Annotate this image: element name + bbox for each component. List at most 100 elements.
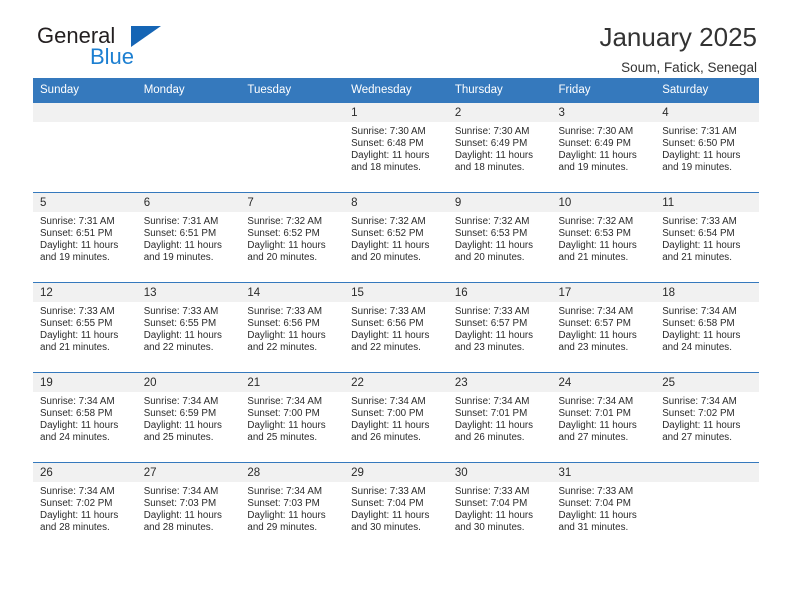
calendar-day-cell[interactable]: 27 Sunrise: 7:34 AM Sunset: 7:03 PM Dayligh… <box>136 462 241 552</box>
daylight-text: and 26 minutes. <box>454 432 525 444</box>
daylight-text: Daylight: 11 hours <box>454 420 534 432</box>
calendar-day-cell[interactable]: 22 Sunrise: 7:34 AM Sunset: 7:00 PM Dayligh… <box>344 372 448 463</box>
calendar-day-cell[interactable]: 3 Sunrise: 7:30 AM Sunset: 6:49 PM Daylight… <box>551 102 656 193</box>
calendar-week-row: 5 Sunrise: 7:31 AM Sunset: 6:51 PM Daylight… <box>33 192 759 283</box>
day-number: 5 <box>33 193 137 212</box>
day-number: 29 <box>344 463 448 482</box>
calendar-day-cell[interactable]: 1 Sunrise: 7:30 AM Sunset: 6:48 PM Daylight… <box>344 102 448 193</box>
sunset-text: Sunset: 6:49 PM <box>454 138 528 150</box>
sunset-text: Sunset: 6:51 PM <box>40 228 113 240</box>
general-blue-logo[interactable]: General Blue <box>33 22 206 72</box>
sunset-text: Sunset: 7:01 PM <box>558 408 631 420</box>
daylight-text: Daylight: 11 hours <box>247 240 326 252</box>
sunset-text: Sunset: 7:02 PM <box>40 498 113 510</box>
day-details: Sunrise: 7:33 AM Sunset: 7:04 PM Daylight:… <box>448 482 552 534</box>
sunset-text: Sunset: 6:52 PM <box>247 228 320 240</box>
sunrise-text: Sunrise: 7:33 AM <box>558 486 634 497</box>
calendar-day-cell[interactable]: 4 Sunrise: 7:31 AM Sunset: 6:50 PM Daylight… <box>655 102 759 193</box>
sunset-text: Sunset: 6:55 PM <box>143 318 217 330</box>
sunrise-text: Sunrise: 7:33 AM <box>351 486 426 497</box>
logo-text-blue: Blue <box>90 44 135 69</box>
calendar-day-cell[interactable]: 16 Sunrise: 7:33 AM Sunset: 6:57 PM Dayligh… <box>447 282 552 373</box>
daylight-text: and 30 minutes. <box>454 522 525 534</box>
calendar-day-cell[interactable]: 15 Sunrise: 7:33 AM Sunset: 6:56 PM Dayligh… <box>344 282 448 373</box>
day-number: 6 <box>136 193 241 212</box>
daylight-text: and 27 minutes. <box>558 432 629 444</box>
daylight-text: Daylight: 11 hours <box>558 420 637 432</box>
sunset-text: Sunset: 6:50 PM <box>662 138 735 150</box>
day-number: 1 <box>344 103 448 122</box>
day-number: 13 <box>136 283 241 302</box>
sunrise-text: Sunrise: 7:30 AM <box>558 126 634 137</box>
calendar-table: Sunday Monday Tuesday Wednesday Thursday… <box>33 78 759 552</box>
sunset-text: Sunset: 6:56 PM <box>351 318 424 330</box>
calendar-day-cell[interactable]: 13 Sunrise: 7:33 AM Sunset: 6:55 PM Dayligh… <box>136 282 241 373</box>
sunrise-text: Sunrise: 7:34 AM <box>662 306 737 317</box>
weekday-header-thursday: Thursday <box>447 78 552 103</box>
day-number: 28 <box>240 463 345 482</box>
daylight-text: Daylight: 11 hours <box>40 510 119 522</box>
calendar-day-cell[interactable]: 31 Sunrise: 7:33 AM Sunset: 7:04 PM Dayligh… <box>551 462 656 552</box>
calendar-day-cell[interactable]: 6 Sunrise: 7:31 AM Sunset: 6:51 PM Daylight… <box>136 192 241 283</box>
daylight-text: Daylight: 11 hours <box>558 240 637 252</box>
calendar-day-cell[interactable]: 17 Sunrise: 7:34 AM Sunset: 6:57 PM Dayligh… <box>551 282 656 373</box>
sunrise-text: Sunrise: 7:31 AM <box>40 216 115 227</box>
daylight-text: and 19 minutes. <box>662 162 732 174</box>
calendar-day-cell[interactable]: 11 Sunrise: 7:33 AM Sunset: 6:54 PM Dayligh… <box>655 192 759 283</box>
sunset-text: Sunset: 7:04 PM <box>558 498 631 510</box>
sunset-text: Sunset: 6:57 PM <box>558 318 631 330</box>
calendar-day-cell[interactable]: 26 Sunrise: 7:34 AM Sunset: 7:02 PM Dayligh… <box>33 462 137 552</box>
calendar-day-cell[interactable]: 9 Sunrise: 7:32 AM Sunset: 6:53 PM Daylight… <box>447 192 552 283</box>
day-details: Sunrise: 7:32 AM Sunset: 6:52 PM Daylight:… <box>344 212 448 264</box>
logo-triangle-icon <box>131 26 161 47</box>
calendar-day-cell[interactable]: 21 Sunrise: 7:34 AM Sunset: 7:00 PM Dayligh… <box>240 372 345 463</box>
calendar-day-cell[interactable]: 20 Sunrise: 7:34 AM Sunset: 6:59 PM Dayligh… <box>136 372 241 463</box>
calendar-day-cell[interactable]: 7 Sunrise: 7:32 AM Sunset: 6:52 PM Daylight… <box>240 192 345 283</box>
day-number: 14 <box>240 283 345 302</box>
calendar-day-cell[interactable]: 5 Sunrise: 7:31 AM Sunset: 6:51 PM Daylight… <box>33 192 137 283</box>
day-details: Sunrise: 7:30 AM Sunset: 6:49 PM Daylight:… <box>448 122 552 174</box>
weekday-header-saturday: Saturday <box>655 78 759 103</box>
sunrise-text: Sunrise: 7:31 AM <box>662 126 737 137</box>
day-details: Sunrise: 7:31 AM Sunset: 6:50 PM Daylight:… <box>655 122 759 174</box>
day-details: Sunrise: 7:31 AM Sunset: 6:51 PM Daylight:… <box>33 212 137 264</box>
sunrise-text: Sunrise: 7:34 AM <box>143 396 219 407</box>
calendar-day-cell[interactable]: 14 Sunrise: 7:33 AM Sunset: 6:56 PM Dayligh… <box>240 282 345 373</box>
day-number: 22 <box>344 373 448 392</box>
calendar-day-cell[interactable]: 10 Sunrise: 7:32 AM Sunset: 6:53 PM Dayligh… <box>551 192 656 283</box>
day-number: 15 <box>344 283 448 302</box>
daylight-text: Daylight: 11 hours <box>662 330 741 342</box>
calendar-day-cell[interactable]: 19 Sunrise: 7:34 AM Sunset: 6:58 PM Dayligh… <box>33 372 137 463</box>
sunset-text: Sunset: 6:58 PM <box>662 318 735 330</box>
daylight-text: and 22 minutes. <box>143 342 214 354</box>
weekday-header-sunday: Sunday <box>33 78 137 103</box>
daylight-text: Daylight: 11 hours <box>662 240 741 252</box>
calendar-day-cell[interactable]: 24 Sunrise: 7:34 AM Sunset: 7:01 PM Dayligh… <box>551 372 656 463</box>
calendar-day-cell[interactable]: 23 Sunrise: 7:34 AM Sunset: 7:01 PM Dayligh… <box>447 372 552 463</box>
calendar-day-cell[interactable]: 2 Sunrise: 7:30 AM Sunset: 6:49 PM Daylight… <box>447 102 552 193</box>
day-details: Sunrise: 7:32 AM Sunset: 6:53 PM Daylight:… <box>448 212 552 264</box>
calendar-day-cell[interactable]: 29 Sunrise: 7:33 AM Sunset: 7:04 PM Dayligh… <box>344 462 448 552</box>
sunset-text: Sunset: 6:58 PM <box>40 408 113 420</box>
sunrise-text: Sunrise: 7:32 AM <box>558 216 634 227</box>
day-number: 7 <box>240 193 345 212</box>
calendar-day-cell[interactable]: 8 Sunrise: 7:32 AM Sunset: 6:52 PM Daylight… <box>344 192 448 283</box>
daylight-text: and 28 minutes. <box>143 522 214 534</box>
daylight-text: Daylight: 11 hours <box>143 420 222 432</box>
daylight-text: and 30 minutes. <box>351 522 421 534</box>
title-block: January 2025 Soum, Fatick, Senegal <box>599 22 759 78</box>
calendar-day-cell[interactable]: 30 Sunrise: 7:33 AM Sunset: 7:04 PM Dayligh… <box>447 462 552 552</box>
daylight-text: and 20 minutes. <box>454 252 525 264</box>
calendar-day-cell[interactable]: 25 Sunrise: 7:34 AM Sunset: 7:02 PM Dayligh… <box>655 372 759 463</box>
sunrise-text: Sunrise: 7:30 AM <box>351 126 426 137</box>
sunrise-text: Sunrise: 7:34 AM <box>247 396 323 407</box>
day-details: Sunrise: 7:33 AM Sunset: 6:55 PM Daylight:… <box>137 302 241 354</box>
sunrise-text: Sunrise: 7:30 AM <box>454 126 530 137</box>
day-number <box>136 103 241 122</box>
calendar-day-cell[interactable]: 28 Sunrise: 7:34 AM Sunset: 7:03 PM Dayligh… <box>240 462 345 552</box>
calendar-day-cell[interactable]: 12 Sunrise: 7:33 AM Sunset: 6:55 PM Dayligh… <box>33 282 137 373</box>
calendar-day-cell[interactable]: 18 Sunrise: 7:34 AM Sunset: 6:58 PM Dayligh… <box>655 282 759 373</box>
weekday-header-wednesday: Wednesday <box>344 78 448 103</box>
sunrise-text: Sunrise: 7:34 AM <box>454 396 530 407</box>
sunrise-text: Sunrise: 7:34 AM <box>143 486 219 497</box>
